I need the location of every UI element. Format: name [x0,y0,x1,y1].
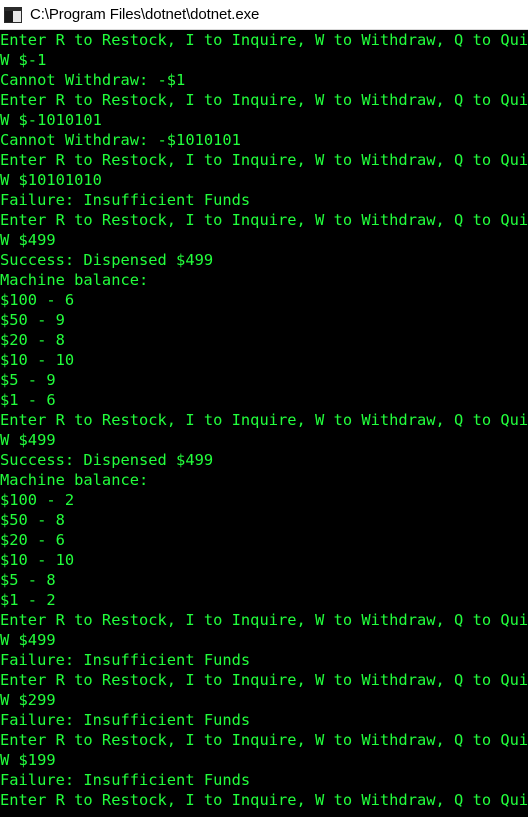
console-line: W $299 [0,691,56,709]
console-line: Success: Dispensed $499 [0,251,214,269]
console-line: Enter R to Restock, I to Inquire, W to W… [0,151,528,169]
console-line: Cannot Withdraw: -$1010101 [0,131,241,149]
console-line: $10 - 10 [0,351,75,369]
console-line: Enter R to Restock, I to Inquire, W to W… [0,611,528,629]
console-line: Enter R to Restock, I to Inquire, W to W… [0,211,528,229]
window-title: C:\Program Files\dotnet\dotnet.exe [30,6,260,23]
console-line: $5 - 8 [0,571,56,589]
console-line: $20 - 8 [0,331,65,349]
console-line: Enter R to Restock, I to Inquire, W to W… [0,671,528,689]
console-line: Enter R to Restock, I to Inquire, W to W… [0,91,528,109]
console-line: Failure: Insufficient Funds [0,191,251,209]
console-line: Cannot Withdraw: -$1 [0,71,186,89]
console-line: $10 - 10 [0,551,75,569]
console-line: W $10101010 [0,171,102,189]
console-line: $50 - 8 [0,511,65,529]
console-line: Success: Dispensed $499 [0,451,214,469]
console-line: $1 - 2 [0,591,56,609]
console-line: Enter R to Restock, I to Inquire, W to W… [0,791,528,809]
console-line: Failure: Insufficient Funds [0,711,251,729]
console-line: Enter R to Restock, I to Inquire, W to W… [0,411,528,429]
console-line: Enter R to Restock, I to Inquire, W to W… [0,731,528,749]
console-line: Machine balance: [0,271,149,289]
console-line: Enter R to Restock, I to Inquire, W to W… [0,31,528,49]
console-line: W $-1 [0,51,47,69]
console-window: C:\Program Files\dotnet\dotnet.exe Enter… [0,0,528,817]
console-line: W $199 [0,751,56,769]
console-line: W $499 [0,231,56,249]
console-line: $1 - 6 [0,391,56,409]
console-line: $20 - 6 [0,531,65,549]
console-line: $100 - 2 [0,491,75,509]
console-line: $50 - 9 [0,311,65,329]
console-line: Failure: Insufficient Funds [0,651,251,669]
console-line: $5 - 9 [0,371,56,389]
console-output[interactable]: Enter R to Restock, I to Inquire, W to W… [0,30,528,817]
console-line: W $-1010101 [0,111,102,129]
console-line: Failure: Insufficient Funds [0,771,251,789]
console-line: W $499 [0,431,56,449]
console-line: Machine balance: [0,471,149,489]
console-line: W $499 [0,631,56,649]
title-bar[interactable]: C:\Program Files\dotnet\dotnet.exe [0,0,528,30]
console-line: $100 - 6 [0,291,75,309]
console-app-icon[interactable] [4,6,22,23]
